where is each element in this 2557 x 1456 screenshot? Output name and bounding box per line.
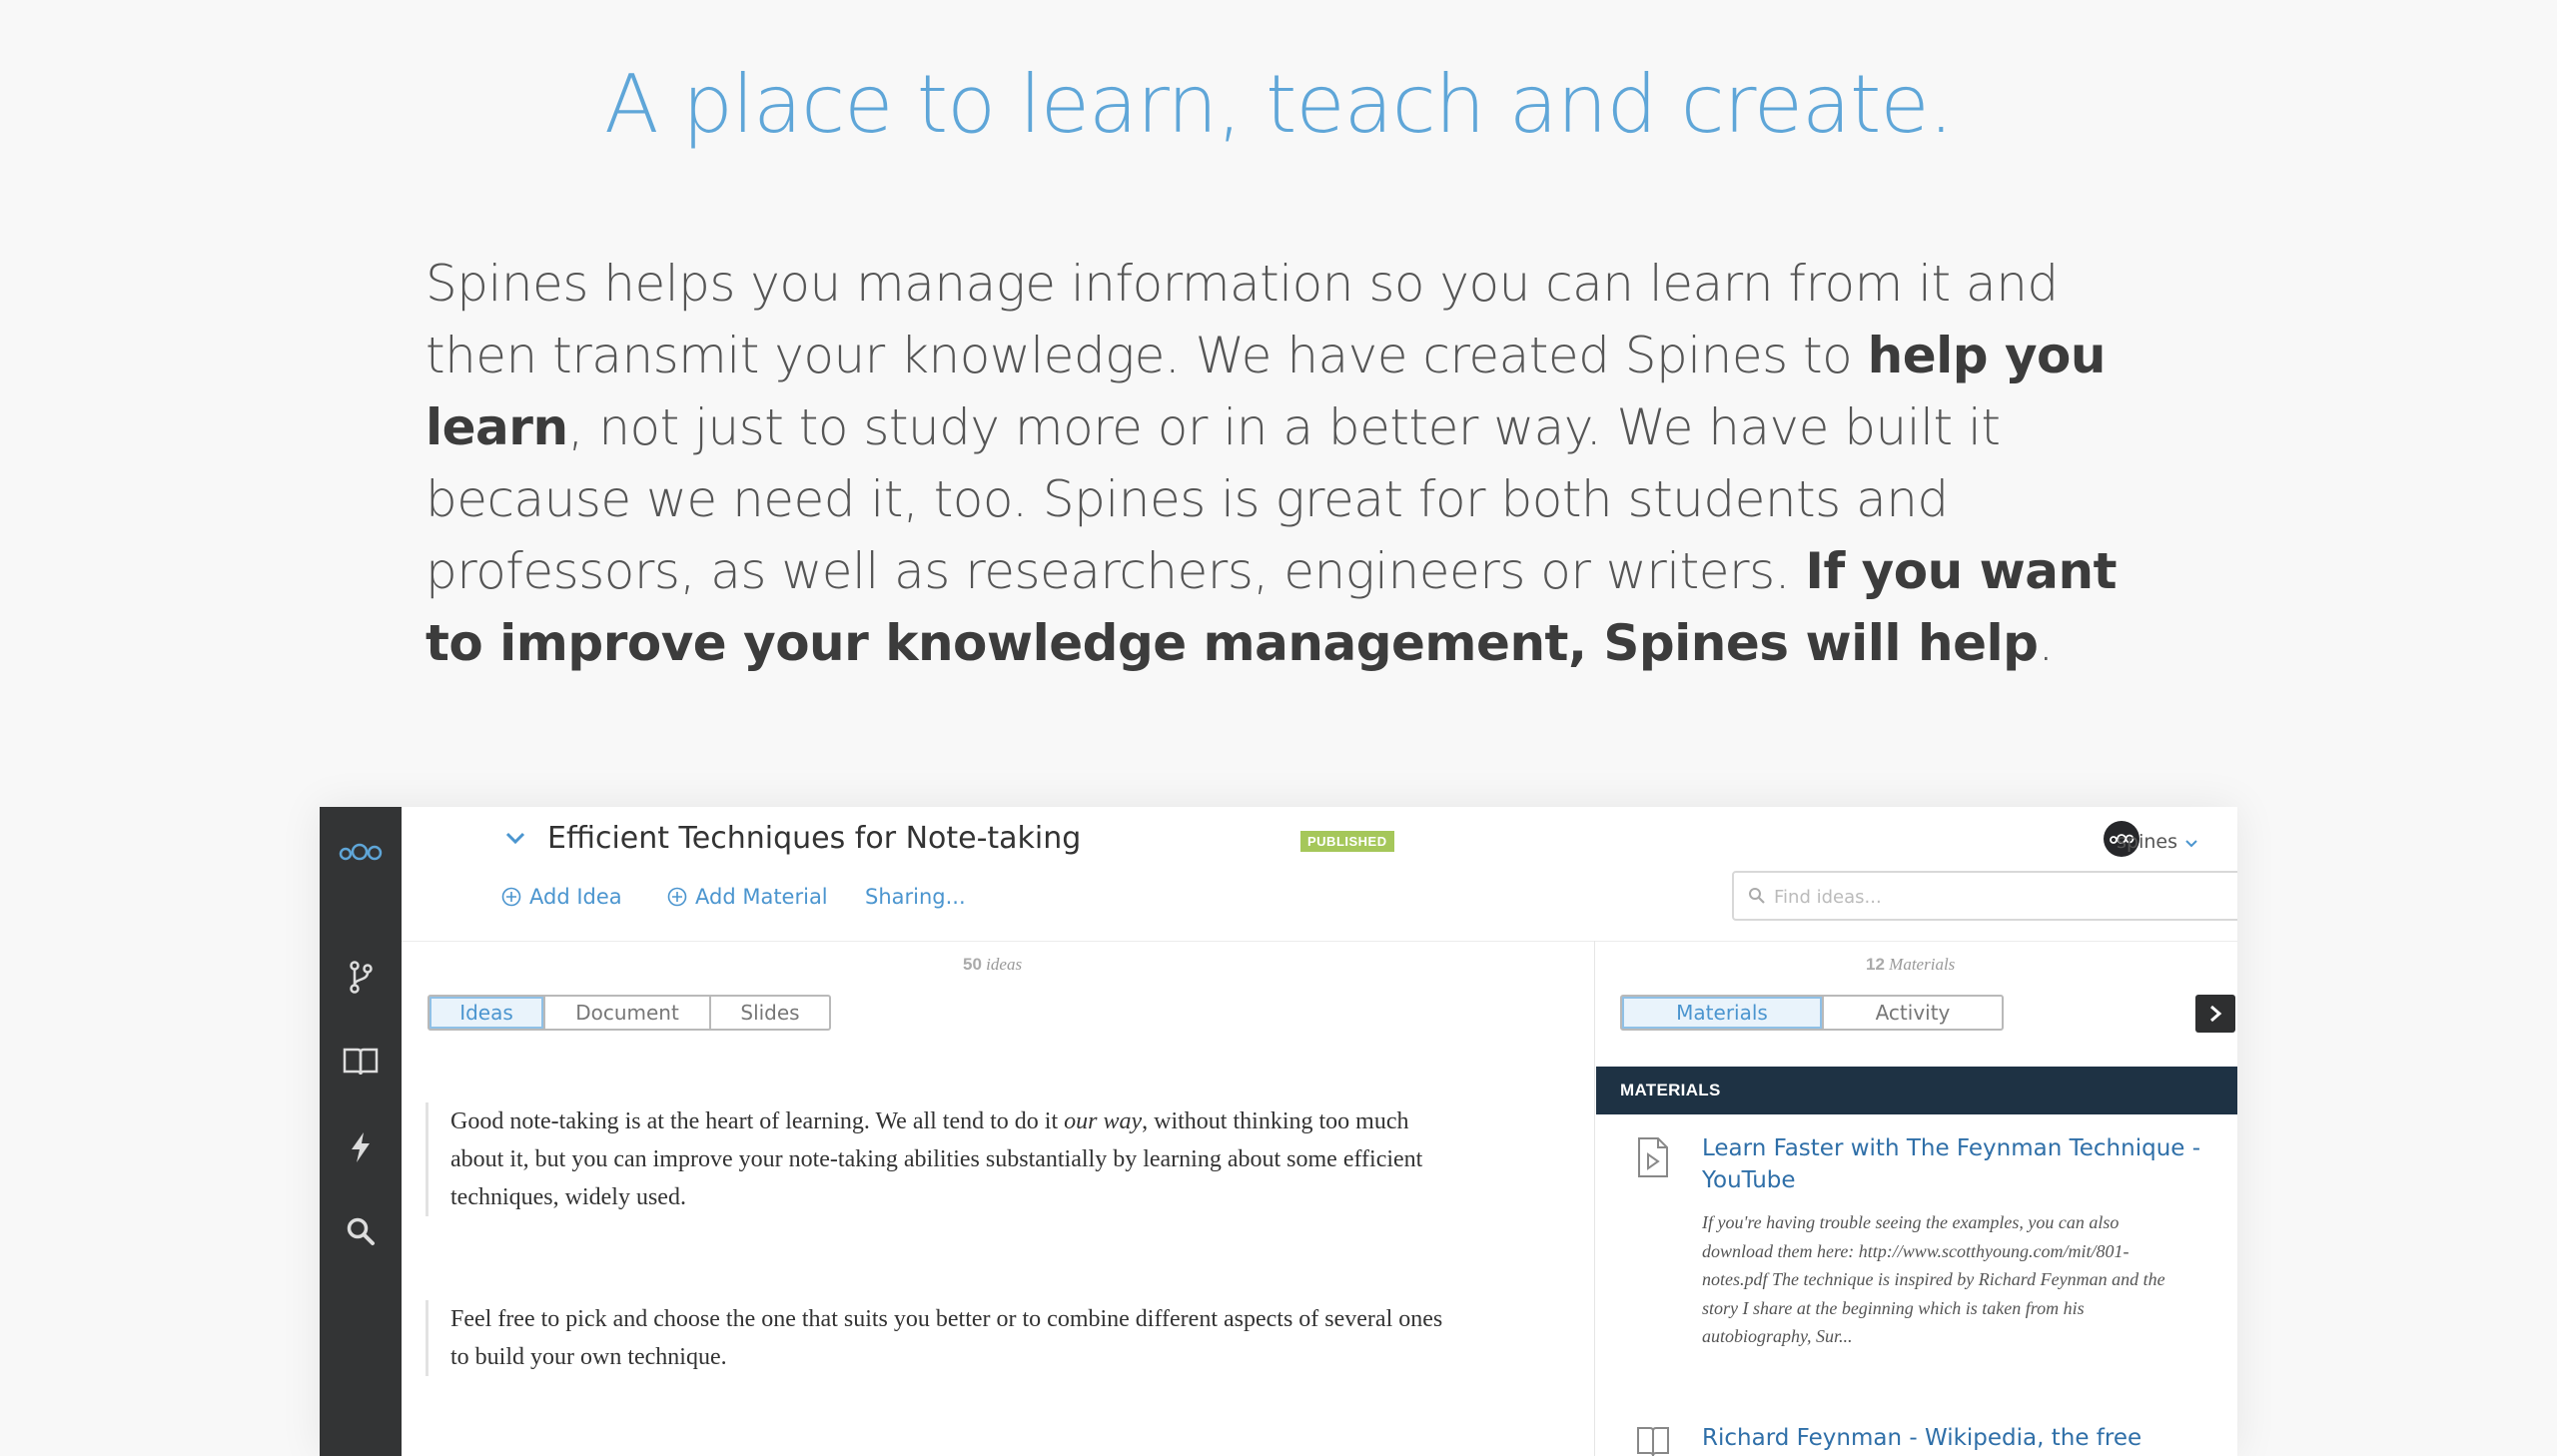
spines-logo-icon[interactable] (320, 843, 402, 863)
find-ideas-field[interactable] (1732, 871, 2237, 921)
branch-icon[interactable] (320, 961, 402, 995)
intro-text-1: Spines helps you manage information so y… (426, 255, 2059, 384)
materials-header: MATERIALS (1596, 1067, 2237, 1114)
tab-document[interactable]: Document (543, 997, 709, 1029)
idea-item[interactable]: Good note-taking is at the heart of lear… (426, 1102, 1449, 1216)
spine-title[interactable]: Efficient Techniques for Note-taking (547, 821, 1081, 856)
intro-text-3: . (2038, 614, 2054, 672)
add-idea-label: Add Idea (529, 885, 622, 909)
chevron-down-icon[interactable] (505, 831, 525, 850)
add-material-label: Add Material (695, 885, 828, 909)
user-menu-chevron-icon[interactable] (2185, 835, 2197, 853)
find-ideas-input[interactable] (1772, 881, 2237, 913)
app-screenshot: Efficient Techniques for Note-taking PUB… (320, 807, 2237, 1456)
ideas-count: 50 ideas (963, 955, 1022, 975)
tab-slides[interactable]: Slides (709, 997, 829, 1029)
view-tabs: Ideas Document Slides (427, 995, 831, 1031)
add-material-button[interactable]: Add Material (667, 885, 828, 909)
book-icon[interactable] (320, 1047, 402, 1077)
plus-circle-icon (667, 887, 687, 907)
sidebar-rail (320, 807, 402, 1456)
plus-circle-icon (501, 887, 521, 907)
hero-intro: Spines helps you manage information so y… (426, 248, 2143, 679)
hero-headline: A place to learn, teach and create. (603, 58, 1954, 151)
add-idea-button[interactable]: Add Idea (501, 885, 622, 909)
materials-count: 12 Materials (1866, 955, 1955, 975)
intro-text-2: , not just to study more or in a better … (426, 398, 2001, 600)
search-icon[interactable] (320, 1216, 402, 1246)
tab-materials[interactable]: Materials (1622, 997, 1822, 1029)
bolt-icon[interactable] (320, 1131, 402, 1163)
topbar: Efficient Techniques for Note-taking PUB… (402, 807, 2237, 941)
panel-divider (1594, 941, 1595, 1456)
status-badge: PUBLISHED (1300, 831, 1394, 852)
tab-activity[interactable]: Activity (1822, 997, 2002, 1029)
user-name[interactable]: spines (2117, 831, 2177, 853)
header-divider (402, 941, 2237, 942)
chevron-right-icon (2210, 1005, 2222, 1023)
search-icon (1748, 887, 1766, 910)
idea-item[interactable]: Feel free to pick and choose the one tha… (426, 1300, 1449, 1376)
idea-emphasis: our way (1064, 1108, 1143, 1134)
materials-tabs: Materials Activity (1620, 995, 2004, 1031)
ideas-count-unit: ideas (986, 955, 1023, 974)
material-description: If you're having trouble seeing the exam… (1702, 1212, 2165, 1346)
material-title[interactable]: Richard Feynman - Wikipedia, the free (1702, 1422, 2201, 1454)
next-panel-button[interactable] (2195, 995, 2235, 1033)
ideas-count-number: 50 (963, 955, 982, 974)
video-file-icon (1636, 1136, 1670, 1183)
tab-ideas[interactable]: Ideas (429, 997, 543, 1029)
sharing-link[interactable]: Sharing... (865, 885, 966, 909)
idea-text: Good note-taking is at the heart of lear… (450, 1108, 1065, 1134)
materials-count-unit: Materials (1889, 955, 1956, 974)
materials-count-number: 12 (1866, 955, 1885, 974)
material-title[interactable]: Learn Faster with The Feynman Technique … (1702, 1132, 2201, 1196)
wiki-icon (1636, 1424, 1670, 1456)
